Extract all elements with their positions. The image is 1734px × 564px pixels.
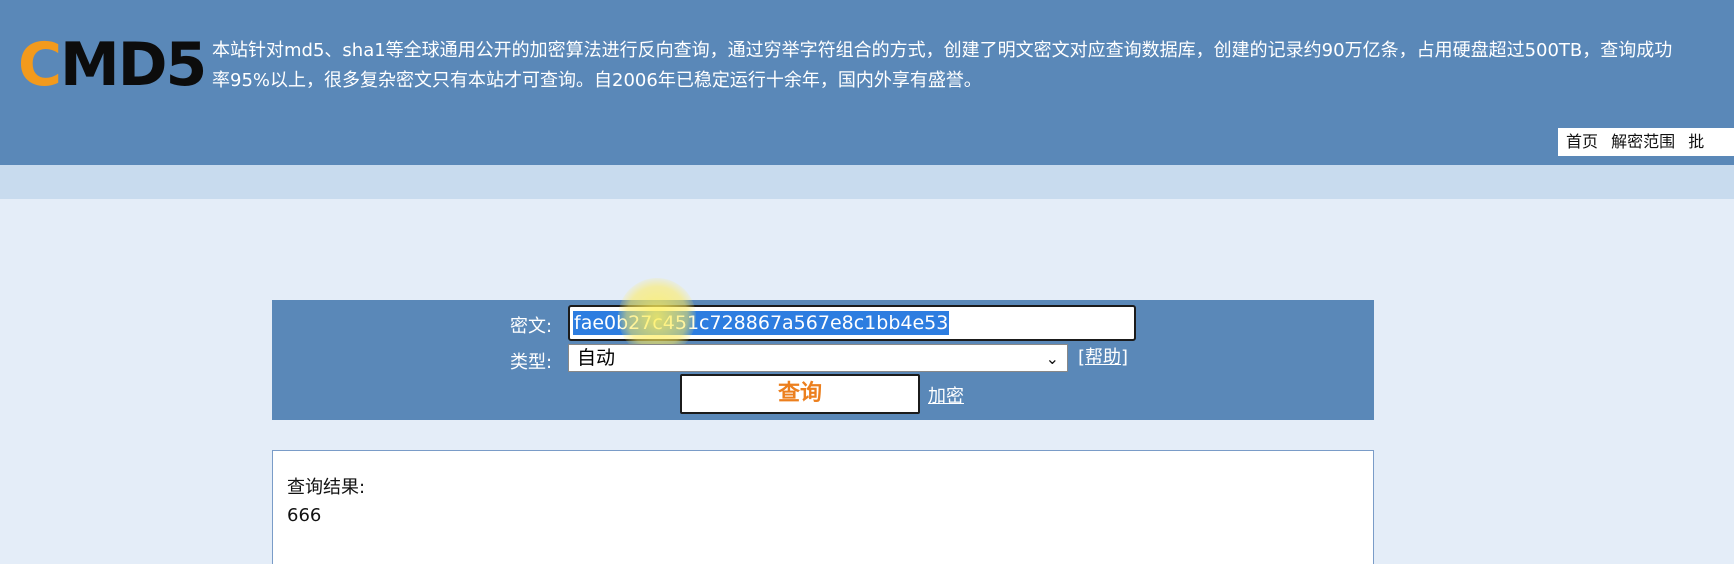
cipher-input[interactable]: fae0b27c451c728867a567e8c1bb4e53: [568, 305, 1136, 341]
help-bracket-open: [: [1078, 347, 1086, 368]
help-link[interactable]: [帮助]: [1078, 344, 1128, 372]
cmd5-logo[interactable]: CMD5: [18, 30, 207, 100]
logo-letters-md5: MD5: [60, 30, 207, 100]
type-select[interactable]: 自动 ⌄: [568, 344, 1068, 372]
nav-item-batch[interactable]: 批: [1688, 132, 1704, 151]
chevron-down-icon: ⌄: [1045, 349, 1059, 368]
site-intro-text: 本站针对md5、sha1等全球通用公开的加密算法进行反向查询，通过穷举字符组合的…: [212, 40, 1673, 91]
result-label: 查询结果:: [287, 477, 366, 498]
cipher-label: 密文:: [510, 316, 553, 337]
help-link-text: 帮助: [1085, 347, 1122, 368]
type-select-value: 自动: [577, 347, 616, 369]
type-label: 类型:: [510, 352, 553, 373]
help-bracket-close: ]: [1121, 347, 1129, 368]
header-band: [0, 165, 1734, 199]
nav-item-home[interactable]: 首页: [1566, 132, 1598, 151]
site-header: CMD5 本站针对md5、sha1等全球通用公开的加密算法进行反向查询，通过穷举…: [0, 0, 1734, 165]
result-box: 查询结果: 666: [272, 450, 1374, 564]
query-button[interactable]: 查询: [680, 374, 920, 414]
top-nav: 首页 解密范围 批: [1558, 128, 1734, 156]
encrypt-link[interactable]: 加密: [928, 382, 964, 408]
logo-letter-c: C: [18, 30, 62, 100]
cipher-input-selected-text: fae0b27c451c728867a567e8c1bb4e53: [573, 311, 950, 335]
nav-item-decrypt-range[interactable]: 解密范围: [1611, 132, 1675, 151]
result-value: 666: [287, 505, 322, 526]
